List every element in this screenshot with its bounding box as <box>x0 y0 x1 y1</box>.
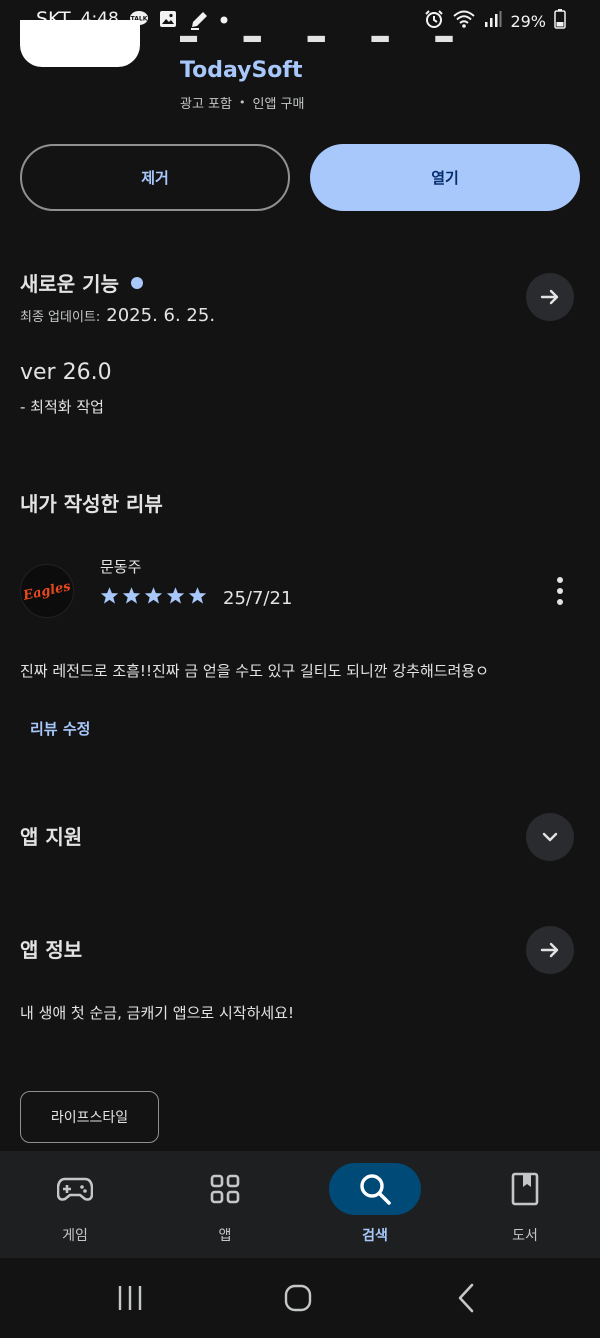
nav-search-label: 검색 <box>362 1228 388 1244</box>
open-button[interactable]: 열기 <box>310 144 580 211</box>
back-button[interactable] <box>446 1280 486 1316</box>
category-chip[interactable]: 라이프스타일 <box>20 1091 159 1143</box>
review-date: 25/7/21 <box>223 588 293 609</box>
app-support-expand-button[interactable] <box>526 813 574 861</box>
star-icon <box>166 587 185 604</box>
developer-link[interactable]: TodaySoft <box>180 58 303 83</box>
nav-books-label: 도서 <box>512 1228 538 1244</box>
last-updated-date: 2025. 6. 25. <box>106 305 216 326</box>
reviewer-name: 문동주 <box>100 558 142 576</box>
star-icon <box>100 587 119 604</box>
star-icon <box>122 587 141 604</box>
whats-new-arrow-button[interactable] <box>526 273 574 321</box>
version-note: - 최적화 작업 <box>20 398 104 416</box>
nav-apps-label: 앱 <box>218 1228 232 1244</box>
arrow-right-icon <box>540 289 559 305</box>
battery-icon <box>554 9 566 33</box>
recent-apps-button[interactable] <box>110 1280 150 1316</box>
star-icon <box>188 587 207 604</box>
review-more-button[interactable] <box>546 574 574 608</box>
nav-games[interactable]: 게임 <box>0 1151 150 1258</box>
signal-icon <box>484 10 502 32</box>
app-info-title[interactable]: 앱 정보 <box>20 934 82 963</box>
my-review-title: 내가 작성한 리뷰 <box>20 492 163 516</box>
app-info-arrow-button[interactable] <box>526 926 574 974</box>
system-nav-bar <box>0 1258 600 1338</box>
edit-review-link[interactable]: 리뷰 수정 <box>30 718 90 739</box>
pen-icon <box>189 10 209 30</box>
battery-percent: 29% <box>510 11 546 31</box>
last-updated: 최종 업데이트: 2025. 6. 25. <box>20 305 215 326</box>
arrow-right-icon <box>540 942 559 958</box>
app-icon[interactable] <box>20 20 140 67</box>
home-button[interactable] <box>278 1280 318 1316</box>
iap-label: 인앱 구매 <box>252 97 305 112</box>
book-icon <box>479 1163 571 1215</box>
app-description: 내 생애 첫 순금, 금캐기 앱으로 시작하세요! <box>20 1004 294 1022</box>
app-meta: 광고 포함 • 인앱 구매 <box>180 93 304 112</box>
search-icon <box>329 1163 421 1215</box>
apps-grid-icon <box>179 1163 271 1215</box>
gallery-icon <box>159 10 179 28</box>
ads-label: 광고 포함 <box>180 97 232 112</box>
nav-apps[interactable]: 앱 <box>150 1151 300 1258</box>
remove-button[interactable]: 제거 <box>20 144 290 211</box>
bottom-nav: 게임 앱 검색 도서 <box>0 1151 600 1258</box>
star-rating <box>100 586 207 605</box>
back-icon <box>458 1283 474 1313</box>
nav-search[interactable]: 검색 <box>300 1151 450 1258</box>
whats-new-header[interactable]: 새로운 기능 <box>20 268 143 297</box>
new-indicator-dot <box>130 276 143 289</box>
avatar-logo-text: Eagles <box>21 578 73 604</box>
home-icon <box>284 1284 312 1312</box>
recent-apps-icon <box>118 1286 142 1310</box>
nav-books[interactable]: 도서 <box>450 1151 600 1258</box>
meta-separator: • <box>238 96 246 109</box>
last-updated-label: 최종 업데이트: <box>20 310 101 325</box>
app-support-title[interactable]: 앱 지원 <box>20 821 82 850</box>
star-icon <box>144 587 163 604</box>
review-text: 진짜 레전드로 조흠!!진짜 금 얻을 수도 있구 길티도 되니깐 강추해드려용… <box>20 662 489 680</box>
avatar: Eagles <box>20 564 74 618</box>
chevron-down-icon <box>542 832 558 842</box>
nav-games-label: 게임 <box>62 1228 88 1244</box>
more-vert-icon <box>557 577 563 583</box>
version-label: ver 26.0 <box>20 360 112 385</box>
dot-icon <box>219 10 239 28</box>
app-title-clipped: ▂ ▂ ▂ ▂ ▂ ▂ ▂ <box>180 28 473 42</box>
gamepad-icon <box>29 1163 121 1215</box>
whats-new-title: 새로운 기능 <box>20 272 119 296</box>
